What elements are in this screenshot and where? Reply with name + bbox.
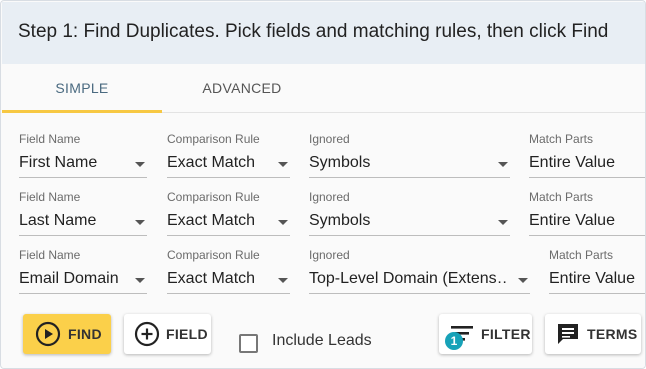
tab-bar: SIMPLE ADVANCED: [2, 64, 645, 113]
ignored-label: Ignored: [309, 248, 350, 262]
match-parts-value: Entire Value: [529, 154, 615, 171]
chevron-down-icon: [135, 220, 145, 225]
match-parts-select[interactable]: Entire Value: [529, 150, 645, 178]
terms-button-label: TERMS: [587, 326, 638, 342]
page-title: Step 1: Find Duplicates. Pick fields and…: [18, 21, 609, 42]
chevron-down-icon: [135, 278, 145, 283]
chevron-down-icon: [278, 162, 288, 167]
ignored-select[interactable]: Top-Level Domain (Extens…: [309, 266, 530, 294]
match-parts-label: Match Parts: [529, 190, 594, 204]
filter-button-label: FILTER: [481, 326, 531, 342]
match-parts-value: Entire Value: [529, 212, 615, 229]
match-parts-label: Match Parts: [529, 132, 594, 146]
tab-advanced[interactable]: ADVANCED: [162, 64, 322, 112]
comparison-rule-select[interactable]: Exact Match: [167, 266, 290, 294]
tab-simple[interactable]: SIMPLE: [2, 64, 162, 113]
field-name-label: Field Name: [19, 248, 81, 262]
add-field-button[interactable]: FIELD: [124, 314, 211, 354]
find-button-label: FIND: [68, 326, 102, 342]
duplicates-panel: Step 1: Find Duplicates. Pick fields and…: [0, 0, 646, 369]
ignored-value: Symbols: [309, 154, 371, 171]
field-name-label: Field Name: [19, 132, 81, 146]
ignored-value: Top-Level Domain (Extens…: [309, 270, 507, 287]
find-button[interactable]: FIND: [23, 314, 111, 354]
ignored-label: Ignored: [309, 132, 350, 146]
match-parts-select[interactable]: Entire Value: [549, 266, 645, 294]
chevron-down-icon: [498, 162, 508, 167]
ignored-value: Symbols: [309, 212, 371, 229]
ignored-select[interactable]: Symbols: [309, 150, 510, 178]
comparison-rule-value: Exact Match: [167, 270, 256, 287]
field-name-value: First Name: [19, 154, 98, 171]
field-name-select[interactable]: Email Domain: [19, 266, 147, 294]
play-circle-icon: [35, 321, 61, 347]
field-name-value: Email Domain: [19, 270, 119, 287]
chevron-down-icon: [278, 278, 288, 283]
terms-button[interactable]: TERMS: [545, 314, 641, 354]
comparison-rule-select[interactable]: Exact Match: [167, 150, 290, 178]
include-leads-label: Include Leads: [272, 332, 372, 349]
comparison-rule-label: Comparison Rule: [167, 132, 260, 146]
comparison-rule-select[interactable]: Exact Match: [167, 208, 290, 236]
ignored-label: Ignored: [309, 190, 350, 204]
comment-icon: [555, 321, 581, 347]
field-name-value: Last Name: [19, 212, 97, 229]
match-parts-value: Entire Value: [549, 270, 635, 287]
comparison-rule-value: Exact Match: [167, 212, 256, 229]
ignored-select[interactable]: Symbols: [309, 208, 510, 236]
chevron-down-icon: [278, 220, 288, 225]
include-leads-checkbox[interactable]: [239, 334, 258, 353]
filter-button[interactable]: 1 FILTER: [439, 314, 532, 354]
field-name-select[interactable]: First Name: [19, 150, 147, 178]
add-circle-icon: [134, 321, 160, 347]
field-name-select[interactable]: Last Name: [19, 208, 147, 236]
comparison-rule-value: Exact Match: [167, 154, 256, 171]
match-parts-select[interactable]: Entire Value: [529, 208, 645, 236]
comparison-rule-label: Comparison Rule: [167, 248, 260, 262]
chevron-down-icon: [518, 278, 528, 283]
chevron-down-icon: [135, 162, 145, 167]
chevron-down-icon: [498, 220, 508, 225]
field-name-label: Field Name: [19, 190, 81, 204]
add-field-button-label: FIELD: [166, 326, 208, 342]
header: Step 1: Find Duplicates. Pick fields and…: [2, 2, 645, 64]
match-parts-label: Match Parts: [549, 248, 614, 262]
comparison-rule-label: Comparison Rule: [167, 190, 260, 204]
filter-count-badge: 1: [445, 332, 463, 350]
